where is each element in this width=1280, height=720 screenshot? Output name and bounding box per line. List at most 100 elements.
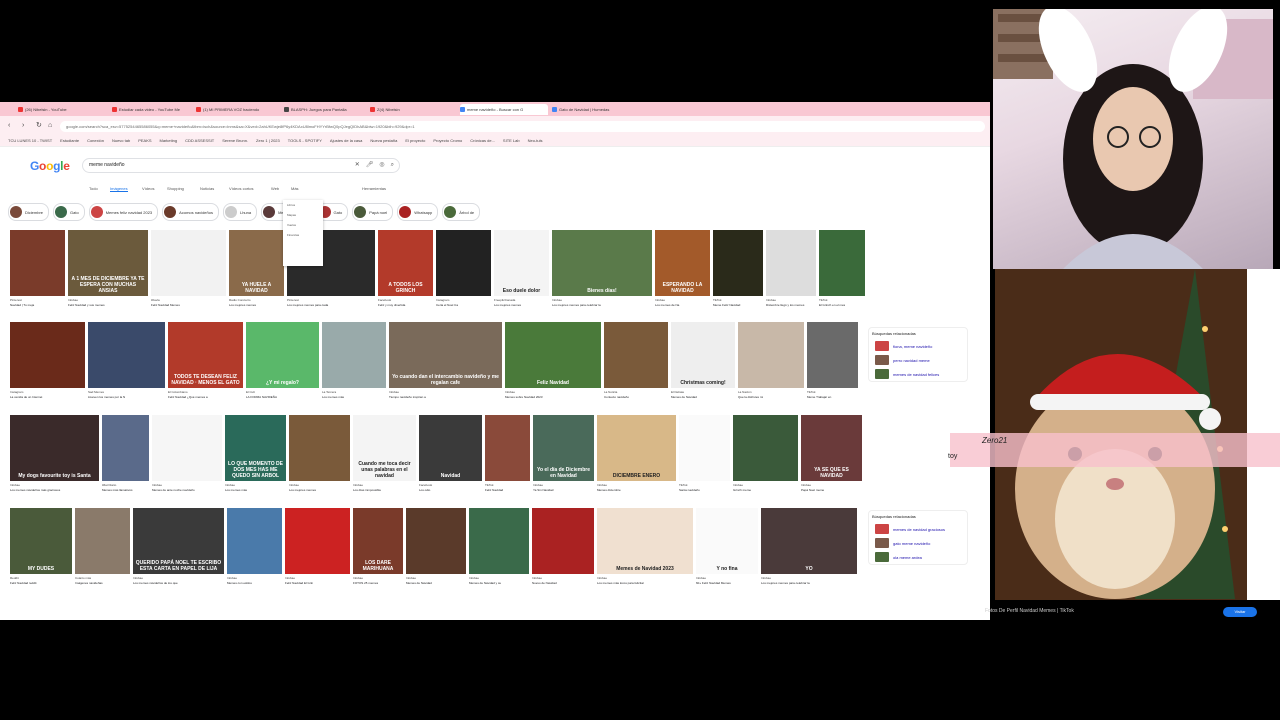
image-result[interactable]: Cuando me toca decir unas palabras en el…	[353, 415, 416, 501]
image-source[interactable]: Infobae	[733, 483, 798, 487]
bookmark-item[interactable]: TOOLS - SPOTIFY	[288, 136, 322, 146]
image-result[interactable]: Infobae Diciembre llegó y los memes	[766, 230, 816, 316]
image-source[interactable]: Instagram	[436, 298, 491, 302]
image-source[interactable]: Infobae	[766, 298, 816, 302]
image-title[interactable]: Los memes navideños más graciosos	[10, 488, 99, 492]
filter-chip[interactable]: Memes feliz navidad 2023	[88, 203, 159, 221]
image-thumbnail[interactable]	[485, 415, 530, 481]
image-title[interactable]: Los mejores memes	[229, 303, 284, 307]
image-title[interactable]: Feliz y muy divertida	[378, 303, 433, 307]
image-title[interactable]: Los días inmpossible	[353, 488, 416, 492]
related-search-item[interactable]: gato meme navideño	[869, 536, 967, 550]
image-source[interactable]: La Noticia	[604, 390, 668, 394]
image-result[interactable]: Feliz Navidad Infobae Memes sobre Navidad …	[505, 322, 601, 408]
image-thumbnail[interactable]: ESPERANDO LA NAVIDAD	[655, 230, 710, 296]
image-source[interactable]: Infobae	[552, 298, 652, 302]
image-title[interactable]: Feliz Navidad El Grin	[285, 581, 350, 585]
more-menu-item[interactable]: Mapas	[283, 210, 323, 220]
reload-icon[interactable]: ↻	[36, 122, 44, 130]
image-source[interactable]: Freepik/Canada	[494, 298, 549, 302]
image-thumbnail[interactable]	[102, 415, 149, 481]
image-result[interactable]: YA HUELE A NAVIDAD Radio Concierto Los mej…	[229, 230, 284, 316]
image-thumbnail[interactable]	[285, 508, 350, 574]
image-title[interactable]: Contexto navideño	[604, 395, 668, 399]
image-source[interactable]: TikTok	[485, 483, 530, 487]
image-source[interactable]: Infobae	[597, 483, 676, 487]
image-thumbnail[interactable]: ¿Y mi regalo?	[246, 322, 319, 388]
image-source[interactable]: TikTok	[679, 483, 730, 487]
image-result[interactable]: LO QUE MOMENTO DE DOS MES HAS ME QUEDO S…	[225, 415, 286, 501]
image-title[interactable]: Los mejores memes	[494, 303, 549, 307]
image-result[interactable]: La Tercera Los memes más	[322, 322, 386, 408]
image-title[interactable]: Memes de ante noche navideño	[152, 488, 222, 492]
image-title[interactable]: Papá Noel meme	[801, 488, 862, 492]
image-title[interactable]: Los mejores memes para celebrar la	[552, 303, 652, 307]
image-title[interactable]: La venida de un Internet	[10, 395, 85, 399]
home-icon[interactable]: ⌂	[48, 122, 56, 130]
image-thumbnail[interactable]: Feliz Navidad	[505, 322, 601, 388]
image-source[interactable]: Cuánto más	[75, 576, 130, 580]
filter-chip[interactable]: Lhuna	[222, 203, 258, 221]
image-result[interactable]: iFlavia Feliz Navidad Memes	[151, 230, 226, 316]
image-result[interactable]: Infobae Los mejores memes	[289, 415, 350, 501]
image-result[interactable]: YA SE QUE ES NAVIDAD Infobae Papá Noel mem…	[801, 415, 862, 501]
image-source[interactable]: iMat Diario	[102, 483, 149, 487]
image-source[interactable]: Infobae	[353, 576, 403, 580]
bookmark-item[interactable]: Serene Brunn.	[222, 136, 248, 146]
image-source[interactable]: Infobae	[655, 298, 710, 302]
image-title[interactable]: Memes sobre Navidad 2023	[505, 395, 601, 399]
image-title[interactable]: Feliz Navidad y sus memes	[68, 303, 148, 307]
image-title[interactable]: Diciembre llegó y los memes	[766, 303, 816, 307]
image-title[interactable]: Los memes más locos para felicitar	[597, 581, 693, 585]
filter-chip[interactable]: Acomos navideños	[162, 203, 219, 221]
image-thumbnail[interactable]	[733, 415, 798, 481]
image-title[interactable]: Los memes navideños de los que	[133, 581, 224, 585]
image-source[interactable]: Infobae	[406, 576, 466, 580]
image-title[interactable]: Meme Feliz Navidad	[713, 303, 763, 307]
image-title[interactable]: Feliz Navidad Memes	[151, 303, 226, 307]
image-thumbnail[interactable]	[766, 230, 816, 296]
image-source[interactable]: Infobae	[469, 576, 529, 580]
image-source[interactable]: La Tercera	[322, 390, 386, 394]
image-title[interactable]: Memes más llamativos	[102, 488, 149, 492]
image-thumbnail[interactable]: Eso duele dolor	[494, 230, 549, 296]
image-thumbnail[interactable]: Navidad	[419, 415, 482, 481]
image-result[interactable]: Infobae Feliz Navidad El Grin	[285, 508, 350, 594]
filter-chip[interactable]: Árbol de	[442, 203, 481, 221]
related-search-item[interactable]: memes de navidad graciosos	[869, 522, 967, 536]
bookmark-item[interactable]: Estudiante	[60, 136, 79, 146]
image-title[interactable]: Los mejores memes para celebrar la	[761, 581, 857, 585]
image-source[interactable]: Infobae	[225, 483, 286, 487]
image-thumbnail[interactable]	[151, 230, 226, 296]
related-search-item[interactable]: memes de navidad felices	[869, 367, 967, 381]
image-source[interactable]: El Debate	[671, 390, 735, 394]
browser-tab[interactable]: Z(4) Nibelsin	[370, 104, 458, 115]
forward-icon[interactable]: ›	[22, 122, 30, 130]
bookmark-item[interactable]: Nuevo tab	[112, 136, 130, 146]
back-icon[interactable]: ‹	[8, 122, 16, 130]
image-title[interactable]: LA FORMA NAVIDEÑA	[246, 395, 319, 399]
image-thumbnail[interactable]	[819, 230, 865, 296]
bookmark-item[interactable]: TCU LUNES 10 - TWIST	[8, 136, 52, 146]
image-thumbnail[interactable]: Yo cuando dan el intercambio navideño y …	[389, 322, 502, 388]
filter-chip[interactable]: Papá noel	[352, 203, 394, 221]
image-source[interactable]: Infobae	[533, 483, 594, 487]
image-result[interactable]: Navidad Facebook Los odio	[419, 415, 482, 501]
image-source[interactable]: Infobae	[505, 390, 601, 394]
image-source[interactable]: La Nación	[738, 390, 804, 394]
image-source[interactable]: Facebook	[378, 298, 433, 302]
related-search-item[interactable]: ola meme ardea	[869, 550, 967, 564]
bookmark-item[interactable]: Neo-tuls	[528, 136, 543, 146]
image-thumbnail[interactable]: Bienes días!	[552, 230, 652, 296]
image-source[interactable]: El Colombiano	[168, 390, 243, 394]
image-source[interactable]: Infobae	[761, 576, 857, 580]
image-source[interactable]: TikTok	[713, 298, 763, 302]
image-title[interactable]: 60+ Feliz Navidad Memes	[696, 581, 758, 585]
image-thumbnail[interactable]: Y no fina	[696, 508, 758, 574]
image-result[interactable]: TODOS TE DESEAN FELIZ NAVIDAD · MENOS EL…	[168, 322, 243, 408]
image-result[interactable]: TikTok El Grinch en el mes	[819, 230, 865, 316]
image-title[interactable]: Grinch meme	[733, 488, 798, 492]
image-thumbnail[interactable]: Cuando me toca decir unas palabras en el…	[353, 415, 416, 481]
image-source[interactable]: Reddit	[10, 576, 72, 580]
image-title[interactable]: Nuevo de Navidad	[532, 581, 594, 585]
